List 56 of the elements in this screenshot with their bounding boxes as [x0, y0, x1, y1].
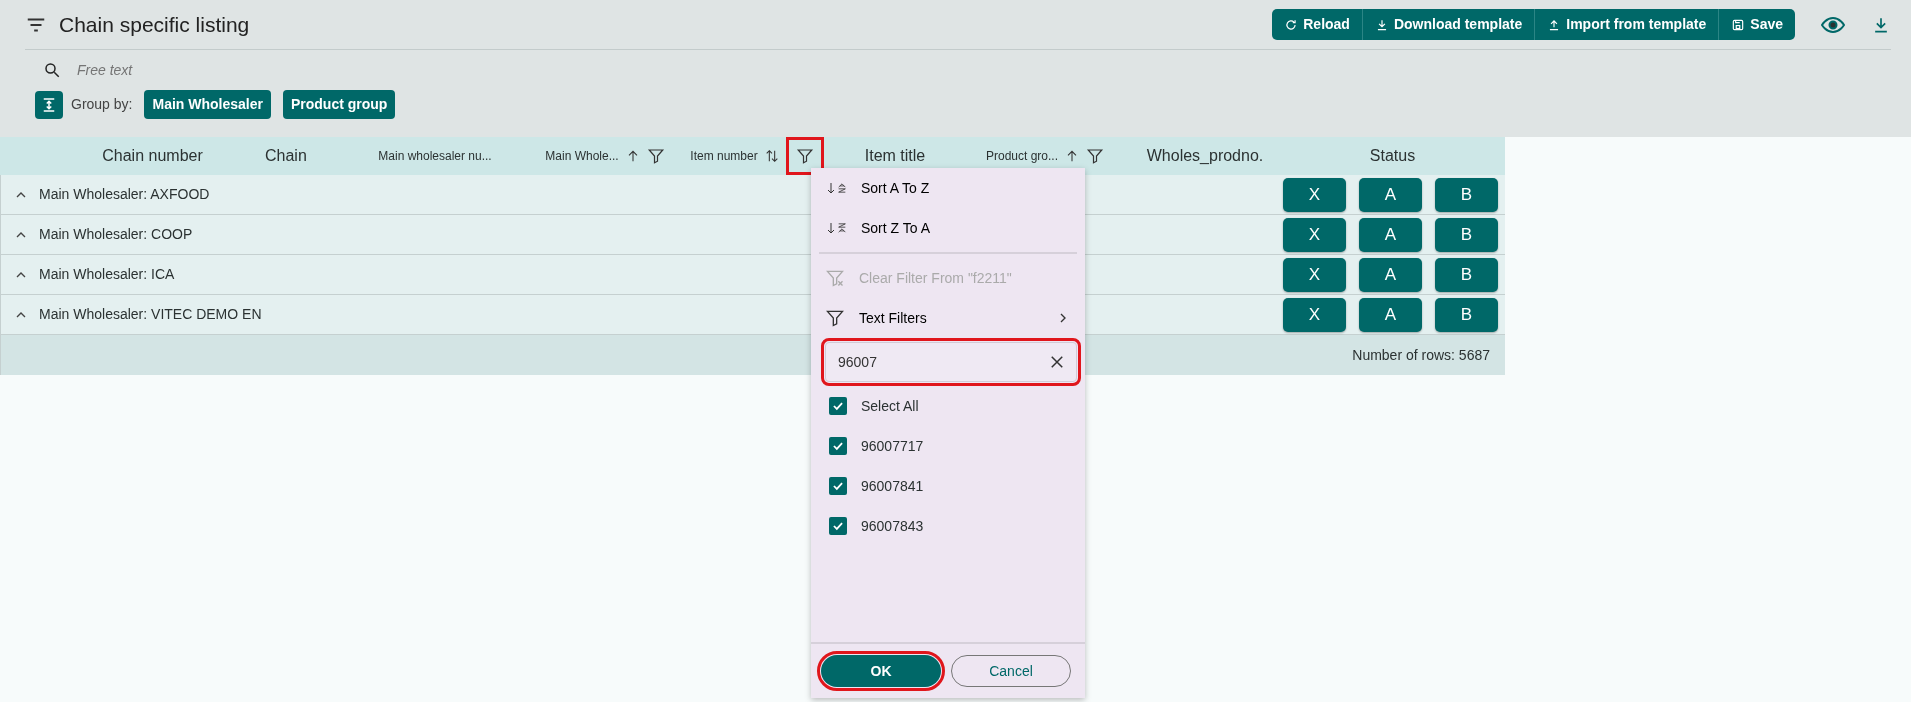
menu-item[interactable]: Sort Z To A [811, 208, 1085, 248]
group-label: Main Wholesaler: COOP [39, 225, 193, 244]
status-button[interactable]: B [1435, 297, 1498, 332]
column-header[interactable]: Status [1369, 144, 1416, 168]
toolbar-button[interactable]: Reload [1272, 9, 1363, 40]
filter-icon[interactable] [795, 147, 814, 165]
checkbox[interactable] [829, 517, 847, 535]
toolbar-button[interactable]: Save [1719, 9, 1795, 40]
option-label: 96007717 [861, 436, 924, 456]
option-label: Select All [861, 396, 919, 416]
column-header[interactable]: Item number [690, 147, 758, 165]
status-button[interactable]: X [1283, 217, 1346, 252]
group-label: Main Wholesaler: VITEC DEMO EN [39, 305, 262, 324]
group-label: Main Wholesaler: ICA [39, 265, 175, 284]
close-icon[interactable] [1048, 353, 1066, 371]
option-label: 96007843 [861, 516, 924, 536]
status-button[interactable]: B [1435, 217, 1498, 252]
column-header[interactable]: Chain [265, 144, 307, 168]
menu-item[interactable]: Sort A To Z [811, 168, 1085, 208]
checkbox[interactable] [829, 477, 847, 495]
group-chip[interactable]: Main Wholesaler [144, 90, 271, 119]
column-header[interactable]: Wholes_prodno. [1146, 144, 1264, 168]
status-button[interactable]: X [1283, 177, 1346, 212]
status-button[interactable]: A [1359, 177, 1422, 212]
column-header[interactable]: Product gro... [985, 147, 1058, 165]
status-button[interactable]: A [1359, 257, 1422, 292]
status-button[interactable]: A [1359, 217, 1422, 252]
page-title: Chain specific listing [59, 11, 250, 38]
menu-item[interactable]: Text Filters [811, 298, 1085, 338]
reload-icon [1284, 17, 1299, 32]
group-by-label: Group by: [71, 95, 133, 114]
search-icon [43, 61, 61, 79]
search-field[interactable]: Free text [75, 58, 375, 82]
status-button[interactable]: X [1283, 257, 1346, 292]
status-button[interactable]: X [1283, 297, 1346, 332]
filter-icon[interactable] [646, 147, 665, 165]
toolbar-button[interactable]: Import from template [1535, 9, 1720, 40]
status-button[interactable]: B [1435, 257, 1498, 292]
filter-icon[interactable] [1086, 147, 1104, 165]
toolbar-button[interactable]: Download template [1362, 9, 1536, 40]
status-button[interactable]: A [1359, 297, 1422, 332]
checkbox[interactable] [829, 437, 847, 455]
clear-filter-icon [825, 268, 845, 288]
save-icon [1731, 17, 1746, 32]
column-header[interactable]: Item title [864, 144, 926, 168]
filter-search-input[interactable]: 96007 [836, 350, 1048, 374]
group-toggle-button[interactable] [35, 90, 63, 119]
column-header[interactable]: Main wholesaler nu... [378, 147, 492, 165]
group-chip[interactable]: Product group [282, 90, 396, 119]
group-label: Main Wholesaler: AXFOOD [39, 185, 210, 204]
checkbox[interactable] [829, 397, 847, 415]
column-header[interactable]: Chain number [102, 144, 203, 168]
status-button[interactable]: B [1435, 177, 1498, 212]
filter-icon [825, 308, 845, 328]
option-label: 96007841 [861, 476, 924, 496]
column-header[interactable]: Main Whole... [545, 147, 619, 165]
